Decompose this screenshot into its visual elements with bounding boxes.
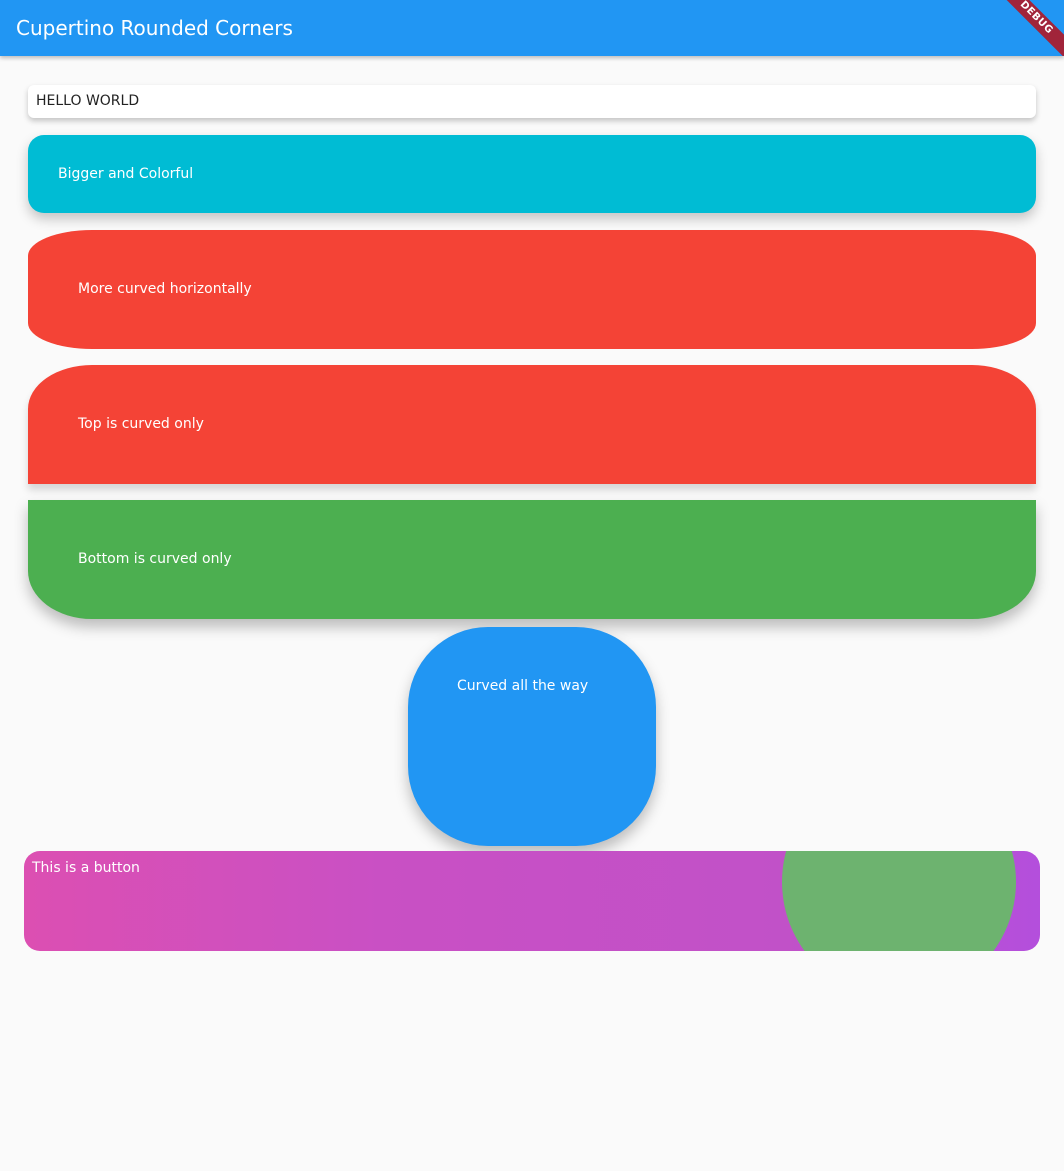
button-label: This is a button <box>32 860 140 876</box>
curved-horizontally-label: More curved horizontally <box>78 281 252 297</box>
bigger-colorful-card: Bigger and Colorful <box>28 135 1036 213</box>
curved-all-way-label: Curved all the way <box>457 678 589 694</box>
curved-horizontally-card: More curved horizontally <box>28 230 1036 349</box>
app-title: Cupertino Rounded Corners <box>16 16 293 40</box>
hello-world-card: HELLO WORLD <box>28 85 1036 118</box>
hello-world-label: HELLO WORLD <box>36 93 140 109</box>
debug-banner: DEBUG <box>990 0 1064 56</box>
curved-all-way-card: Curved all the way <box>408 627 656 846</box>
top-curved-card: Top is curved only <box>28 365 1036 484</box>
gradient-button[interactable]: This is a button <box>24 851 1040 951</box>
bigger-colorful-label: Bigger and Colorful <box>58 166 194 182</box>
app-bar: Cupertino Rounded Corners DEBUG <box>0 0 1064 56</box>
bottom-curved-card: Bottom is curved only <box>28 500 1036 619</box>
bottom-curved-label: Bottom is curved only <box>78 551 232 567</box>
top-curved-label: Top is curved only <box>78 416 204 432</box>
ink-ripple <box>782 851 1016 951</box>
